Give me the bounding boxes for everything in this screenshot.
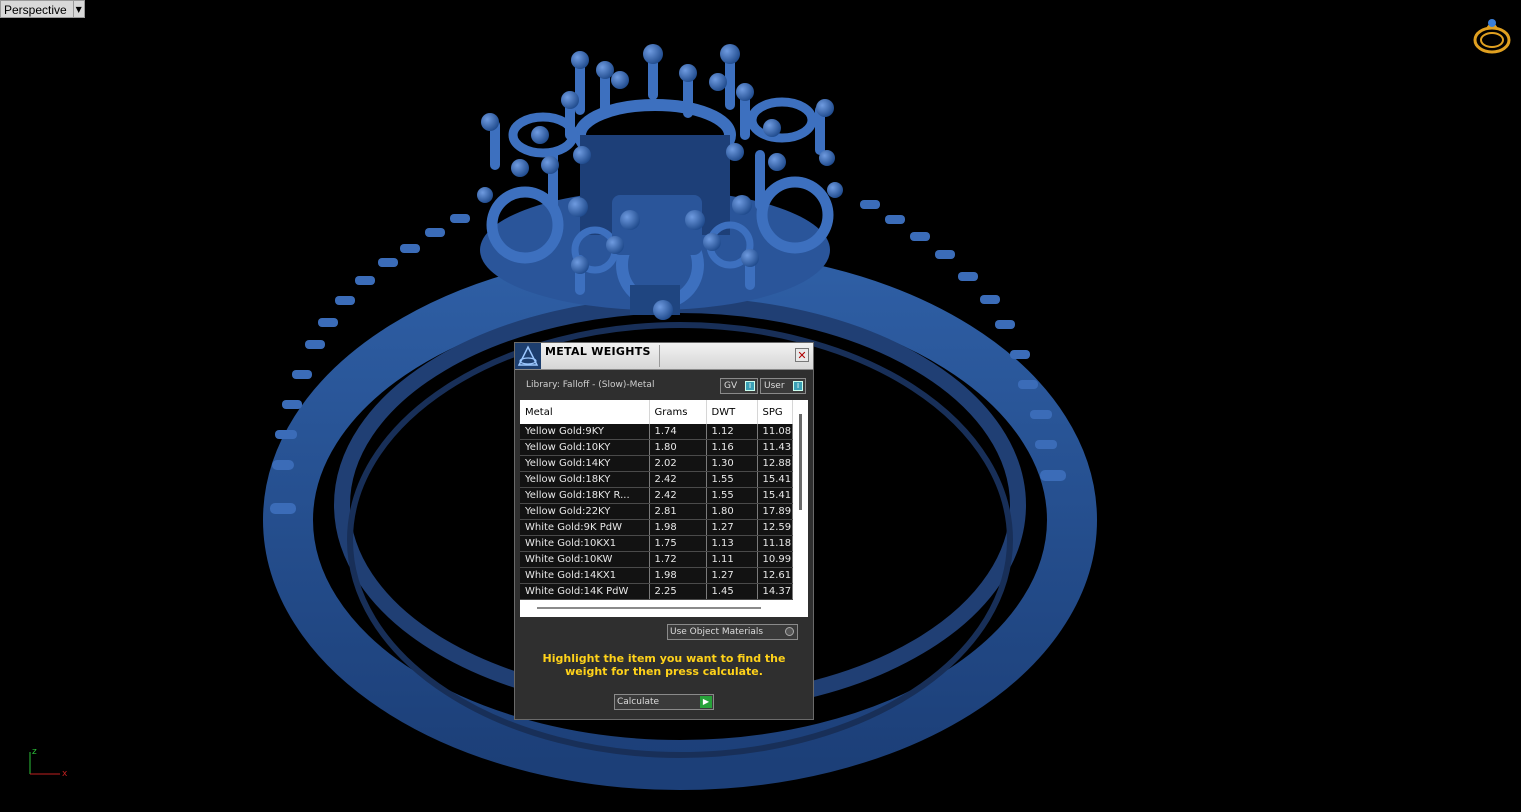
cell-grams[interactable]: 2.42 [649,487,707,504]
column-header-spg[interactable]: SPG [757,400,793,424]
metal-table[interactable]: Metal Grams DWT SPG Yellow Gold:9KY 1.74 1… [520,400,808,617]
cell-grams[interactable]: 1.98 [649,567,707,584]
table-row[interactable]: Yellow Gold:10KY 1.80 1.16 11.43 [520,439,793,456]
cell-metal[interactable]: Yellow Gold:18KY [520,471,650,488]
cell-grams[interactable]: 1.80 [649,439,707,456]
table-header-row: Metal Grams DWT SPG [520,400,793,424]
cell-dwt[interactable]: 1.27 [706,567,758,584]
cell-grams[interactable]: 1.74 [649,424,707,440]
user-toggle[interactable]: User I [760,378,806,394]
table-row[interactable]: Yellow Gold:18KY R... 2.42 1.55 15.41 [520,487,793,504]
table-row[interactable]: White Gold:10KX1 1.75 1.13 11.18 [520,535,793,552]
cell-dwt[interactable]: 1.30 [706,455,758,472]
cell-metal[interactable]: Yellow Gold:10KY [520,439,650,456]
cell-spg[interactable]: 12.59 [757,519,793,536]
table-row[interactable]: Yellow Gold:22KY 2.81 1.80 17.89 [520,503,793,520]
viewport-dropdown-icon[interactable]: ▼ [73,0,85,18]
user-toggle-switch-icon[interactable]: I [793,381,803,391]
cell-spg[interactable]: 14.37 [757,583,793,600]
cell-metal[interactable]: White Gold:10KX1 [520,535,650,552]
cell-metal[interactable]: Yellow Gold:22KY [520,503,650,520]
cell-grams[interactable]: 1.98 [649,519,707,536]
table-row[interactable]: White Gold:9K PdW 1.98 1.27 12.59 [520,519,793,536]
cell-spg[interactable]: 11.08 [757,424,793,440]
cell-metal[interactable]: Yellow Gold:14KY [520,455,650,472]
cell-dwt[interactable]: 1.45 [706,583,758,600]
table-row[interactable]: White Gold:14K PdW 2.25 1.45 14.37 [520,583,793,600]
cell-metal[interactable]: Yellow Gold:9KY [520,424,650,440]
cell-grams[interactable]: 2.81 [649,503,707,520]
gv-toggle-label: GV [724,381,738,391]
axis-x-label: x [62,769,68,779]
close-button[interactable]: ✕ [795,348,809,362]
cell-grams[interactable]: 2.02 [649,455,707,472]
cell-dwt[interactable]: 1.13 [706,535,758,552]
cell-spg[interactable]: 15.41 [757,471,793,488]
calculate-label: Calculate [617,697,660,707]
cell-spg[interactable]: 17.89 [757,503,793,520]
cell-dwt[interactable]: 1.55 [706,471,758,488]
cell-spg[interactable]: 12.88 [757,455,793,472]
use-object-materials-label: Use Object Materials [670,627,764,637]
ring-head [477,44,843,320]
use-object-materials-option[interactable]: Use Object Materials [667,624,798,640]
radio-icon[interactable] [785,627,794,636]
user-toggle-label: User [764,381,785,391]
instruction-text: Highlight the item you want to find the … [542,652,786,678]
cell-spg[interactable]: 10.99 [757,551,793,568]
calculate-button[interactable]: Calculate ▶ [614,694,714,710]
dialog-title-bar[interactable]: METAL WEIGHTS ✕ [515,343,813,370]
gv-toggle[interactable]: GV I [720,378,758,394]
column-header-grams[interactable]: Grams [649,400,707,424]
table-row[interactable]: Yellow Gold:14KY 2.02 1.30 12.88 [520,455,793,472]
cell-dwt[interactable]: 1.12 [706,424,758,440]
cell-grams[interactable]: 1.75 [649,535,707,552]
cell-grams[interactable]: 2.42 [649,471,707,488]
vertical-scrollbar[interactable] [799,414,802,510]
table-row[interactable]: Yellow Gold:18KY 2.42 1.55 15.41 [520,471,793,488]
cell-dwt[interactable]: 1.80 [706,503,758,520]
cell-metal[interactable]: White Gold:14KX1 [520,567,650,584]
cell-dwt[interactable]: 1.16 [706,439,758,456]
metal-weights-dialog[interactable]: METAL WEIGHTS ✕ Library: Falloff - (Slow… [514,342,814,720]
cell-grams[interactable]: 1.72 [649,551,707,568]
cell-metal[interactable]: White Gold:10KW [520,551,650,568]
library-label: Library: Falloff - (Slow)-Metal [526,380,655,390]
table-row[interactable]: White Gold:10KW 1.72 1.11 10.99 [520,551,793,568]
cell-metal[interactable]: White Gold:9K PdW [520,519,650,536]
cell-spg[interactable]: 11.18 [757,535,793,552]
viewport-name[interactable]: Perspective [0,0,74,18]
axis-z-label: z [32,747,37,757]
viewport-label[interactable]: Perspective ▼ [0,0,85,18]
cell-spg[interactable]: 12.61 [757,567,793,584]
cell-grams[interactable]: 2.25 [649,583,707,600]
table-row[interactable]: White Gold:14KX1 1.98 1.27 12.61 [520,567,793,584]
cell-dwt[interactable]: 1.27 [706,519,758,536]
cell-dwt[interactable]: 1.55 [706,487,758,504]
cell-metal[interactable]: Yellow Gold:18KY R... [520,487,650,504]
horizontal-scrollbar[interactable] [537,607,761,609]
app-logo-icon [515,343,541,369]
title-divider [659,345,660,367]
cell-spg[interactable]: 15.41 [757,487,793,504]
cell-dwt[interactable]: 1.11 [706,551,758,568]
column-header-dwt[interactable]: DWT [706,400,758,424]
cell-spg[interactable]: 11.43 [757,439,793,456]
ring-navigation-icon[interactable] [1470,14,1514,58]
cell-metal[interactable]: White Gold:14K PdW [520,583,650,600]
column-header-metal[interactable]: Metal [520,400,650,424]
gv-toggle-switch-icon[interactable]: I [745,381,755,391]
dialog-title: METAL WEIGHTS [545,345,651,358]
axis-gizmo-icon: z x [29,747,68,779]
play-arrow-icon[interactable]: ▶ [700,696,712,708]
table-row[interactable]: Yellow Gold:9KY 1.74 1.12 11.08 [520,424,793,440]
